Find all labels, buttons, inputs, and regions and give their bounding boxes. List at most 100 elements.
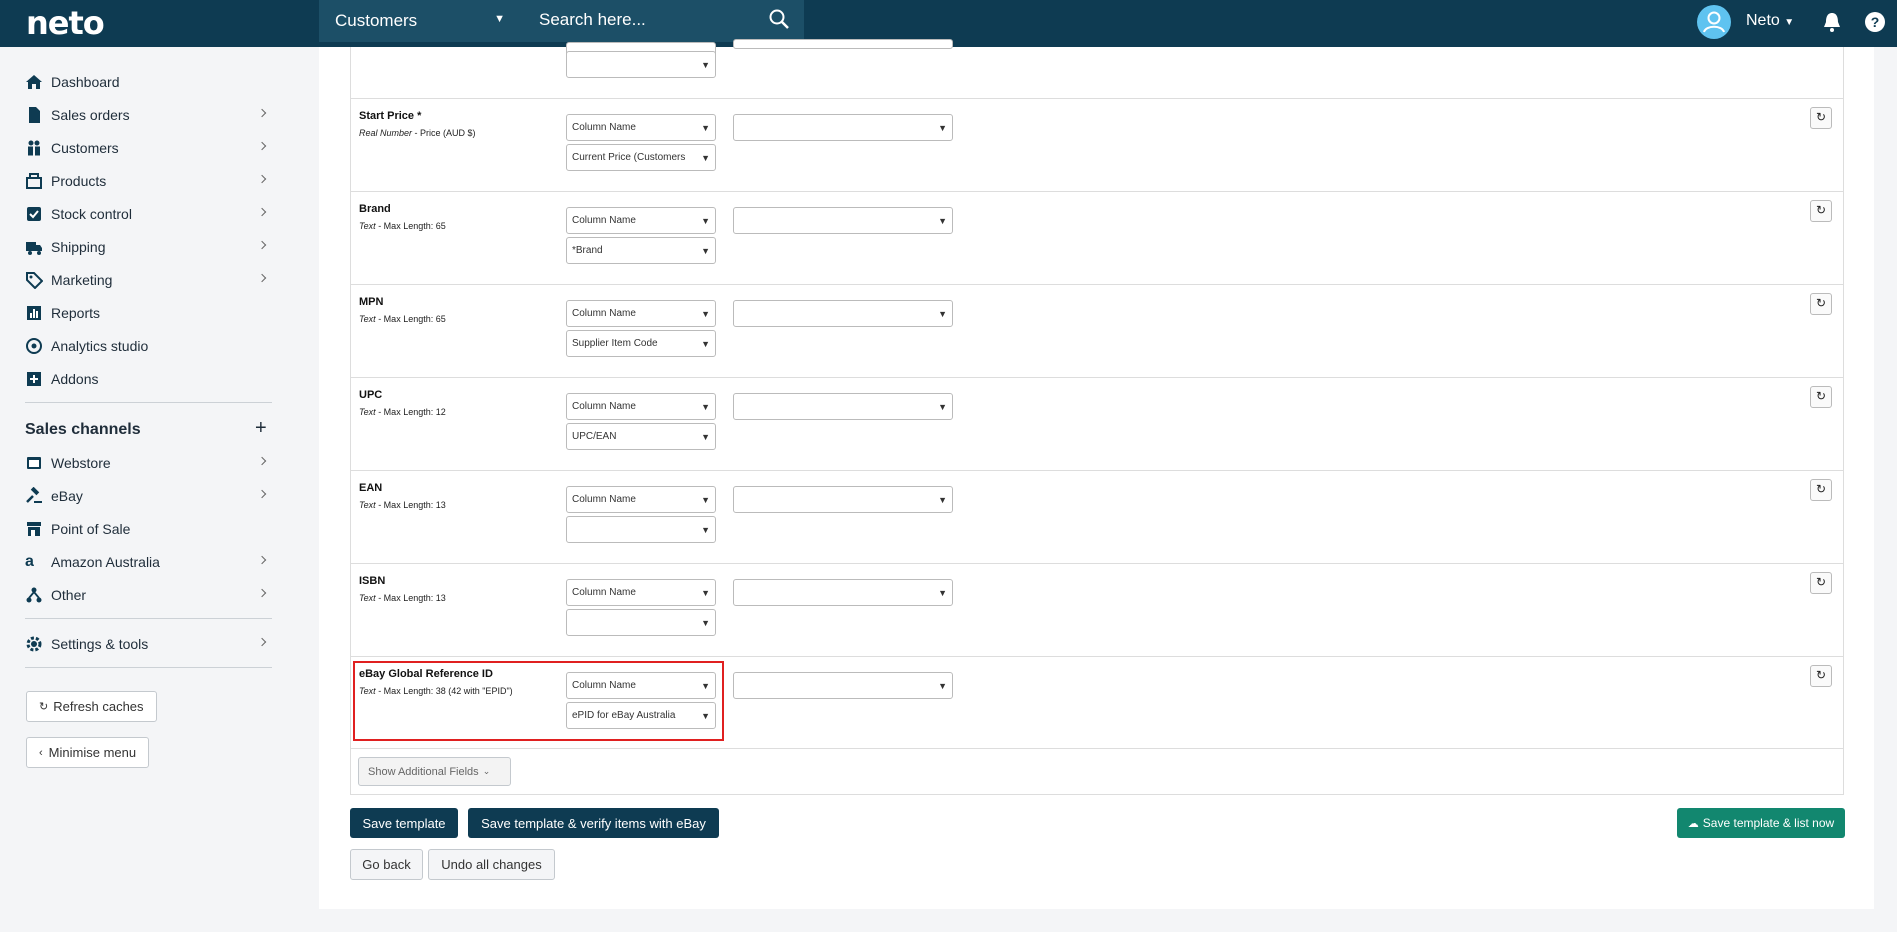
- user-avatar-icon[interactable]: [1697, 5, 1731, 39]
- save-verify-label: Save template & verify items with eBay: [481, 815, 706, 831]
- source-field-select[interactable]: *Brand ▼: [566, 237, 716, 264]
- sidebar-item-addons[interactable]: Addons: [25, 366, 270, 392]
- caret-down-icon: ▼: [701, 246, 710, 256]
- help-icon[interactable]: ?: [1865, 12, 1885, 32]
- user-menu[interactable]: Neto ▼: [1746, 12, 1794, 30]
- field-description: Text - Max Length: 65: [359, 314, 446, 324]
- value-select[interactable]: ▼: [733, 672, 953, 699]
- caret-down-icon: ▼: [701, 495, 710, 505]
- amazon-icon: a: [25, 553, 34, 570]
- refresh-field-button[interactable]: ↻: [1810, 107, 1832, 129]
- chevron-down-icon: ⌄: [482, 766, 491, 776]
- sidebar-item-sales-orders[interactable]: Sales orders: [25, 102, 270, 128]
- clipboard-check-icon: [27, 207, 41, 221]
- search-category-select[interactable]: Customers ▼: [335, 11, 505, 31]
- sidebar-item-label: Dashboard: [51, 74, 120, 90]
- go-back-button[interactable]: Go back: [350, 849, 423, 880]
- column-name-select[interactable]: Column Name ▼: [566, 486, 716, 513]
- sidebar-item-webstore[interactable]: Webstore: [25, 450, 270, 476]
- source-select[interactable]: ▼: [566, 51, 716, 78]
- sidebar-item-label: Amazon Australia: [51, 554, 160, 570]
- refresh-icon: ↻: [1816, 203, 1827, 217]
- undo-all-changes-button[interactable]: Undo all changes: [428, 849, 555, 880]
- chevron-right-icon: [257, 207, 267, 217]
- add-channel-icon[interactable]: +: [255, 417, 267, 440]
- value-select[interactable]: ▼: [733, 114, 953, 141]
- divider: [25, 667, 272, 668]
- field-type: Text: [359, 407, 376, 417]
- refresh-field-button[interactable]: ↻: [1810, 200, 1832, 222]
- tag-icon: [26, 272, 43, 289]
- sidebar-item-label: Reports: [51, 305, 101, 321]
- refresh-field-button[interactable]: ↻: [1810, 386, 1832, 408]
- refresh-icon: ↻: [1816, 575, 1827, 589]
- field-title: MPN: [359, 296, 384, 308]
- value-select[interactable]: ▼: [733, 300, 953, 327]
- bell-icon[interactable]: [1822, 11, 1842, 33]
- field-description: Text - Max Length: 13: [359, 500, 446, 510]
- source-field-select[interactable]: UPC/EAN ▼: [566, 423, 716, 450]
- user-name-label: Neto: [1746, 12, 1780, 29]
- sidebar-item-shipping[interactable]: Shipping: [25, 234, 270, 260]
- field-constraint: - Max Length: 65: [375, 314, 446, 324]
- divider: [25, 618, 272, 619]
- column-name-select[interactable]: Column Name ▼: [566, 300, 716, 327]
- search-icon[interactable]: [768, 8, 790, 30]
- refresh-field-button[interactable]: ↻: [1810, 293, 1832, 315]
- sidebar-item-reports[interactable]: Reports: [25, 300, 270, 326]
- column-name-select[interactable]: Column Name ▼: [566, 207, 716, 234]
- caret-down-icon: ▼: [701, 525, 710, 535]
- minimise-menu-button[interactable]: ‹ Minimise menu: [26, 737, 150, 768]
- refresh-field-button[interactable]: ↻: [1810, 479, 1832, 501]
- select-value: Column Name: [572, 494, 636, 505]
- go-back-label: Go back: [362, 857, 411, 872]
- sidebar-item-products[interactable]: Products: [25, 168, 270, 194]
- field-constraint: - Max Length: 12: [375, 407, 446, 417]
- save-list-now-button[interactable]: ☁ Save template & list now: [1677, 808, 1845, 838]
- show-additional-fields-button[interactable]: Show Additional Fields ⌄: [358, 757, 511, 786]
- refresh-caches-button[interactable]: ↻ Refresh caches: [26, 691, 157, 722]
- sidebar-item-dashboard[interactable]: Dashboard: [25, 69, 270, 95]
- save-template-button[interactable]: Save template: [350, 808, 458, 838]
- column-name-select[interactable]: Column Name ▼: [566, 579, 716, 606]
- value-select[interactable]: ▼: [733, 486, 953, 513]
- sidebar-item-customers[interactable]: Customers: [25, 135, 270, 161]
- field-row-mpn: MPN Text - Max Length: 65 Column Name ▼ S…: [351, 285, 1843, 378]
- sidebar-item-settings-tools[interactable]: Settings & tools: [25, 631, 270, 657]
- sidebar-item-ebay[interactable]: eBay: [25, 483, 270, 509]
- sidebar-item-point-of-sale[interactable]: Point of Sale: [25, 516, 270, 542]
- search-input[interactable]: Search here...: [539, 10, 646, 30]
- column-name-select[interactable]: Column Name ▼: [566, 114, 716, 141]
- sidebar-item-marketing[interactable]: Marketing: [25, 267, 270, 293]
- value-select[interactable]: ▼: [733, 393, 953, 420]
- refresh-icon: ↻: [1816, 482, 1827, 496]
- sidebar-item-amazon-australia[interactable]: a Amazon Australia: [25, 549, 270, 575]
- refresh-field-button[interactable]: ↻: [1810, 572, 1832, 594]
- save-verify-button[interactable]: Save template & verify items with eBay: [468, 808, 719, 838]
- field-title: Brand: [359, 203, 391, 215]
- refresh-field-button[interactable]: ↻: [1810, 665, 1832, 687]
- source-field-select[interactable]: Supplier Item Code ▼: [566, 330, 716, 357]
- highlight-box: [353, 661, 724, 741]
- sidebar-item-analytics-studio[interactable]: Analytics studio: [25, 333, 270, 359]
- value-select[interactable]: ▼: [733, 207, 953, 234]
- source-field-select[interactable]: ▼: [566, 516, 716, 543]
- select-value: Column Name: [572, 587, 636, 598]
- gavel-icon: [26, 487, 42, 503]
- caret-down-icon: ▼: [938, 123, 947, 133]
- sidebar-item-label: Point of Sale: [51, 521, 131, 537]
- refresh-icon: ↻: [1816, 110, 1827, 124]
- value-select[interactable]: ▼: [733, 579, 953, 606]
- value-select[interactable]: [733, 39, 953, 49]
- caret-down-icon: ▼: [701, 123, 710, 133]
- source-field-select[interactable]: Current Price (Customers ▼: [566, 144, 716, 171]
- column-name-select[interactable]: Column Name ▼: [566, 393, 716, 420]
- document-icon: [29, 107, 40, 123]
- source-field-select[interactable]: ▼: [566, 609, 716, 636]
- chevron-right-icon: [257, 108, 267, 118]
- cloud-upload-icon: ☁: [1687, 817, 1699, 830]
- field-type: Real Number: [359, 128, 413, 138]
- sidebar-item-stock-control[interactable]: Stock control: [25, 201, 270, 227]
- sidebar-item-other[interactable]: Other: [25, 582, 270, 608]
- neto-logo[interactable]: neto: [26, 4, 105, 42]
